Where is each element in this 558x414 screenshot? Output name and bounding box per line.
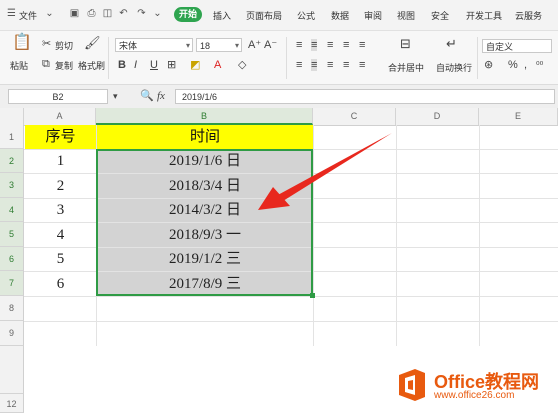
annotation-arrow bbox=[258, 133, 392, 210]
office-logo-icon bbox=[399, 369, 425, 401]
watermark-url: www.office26.com bbox=[434, 390, 515, 401]
